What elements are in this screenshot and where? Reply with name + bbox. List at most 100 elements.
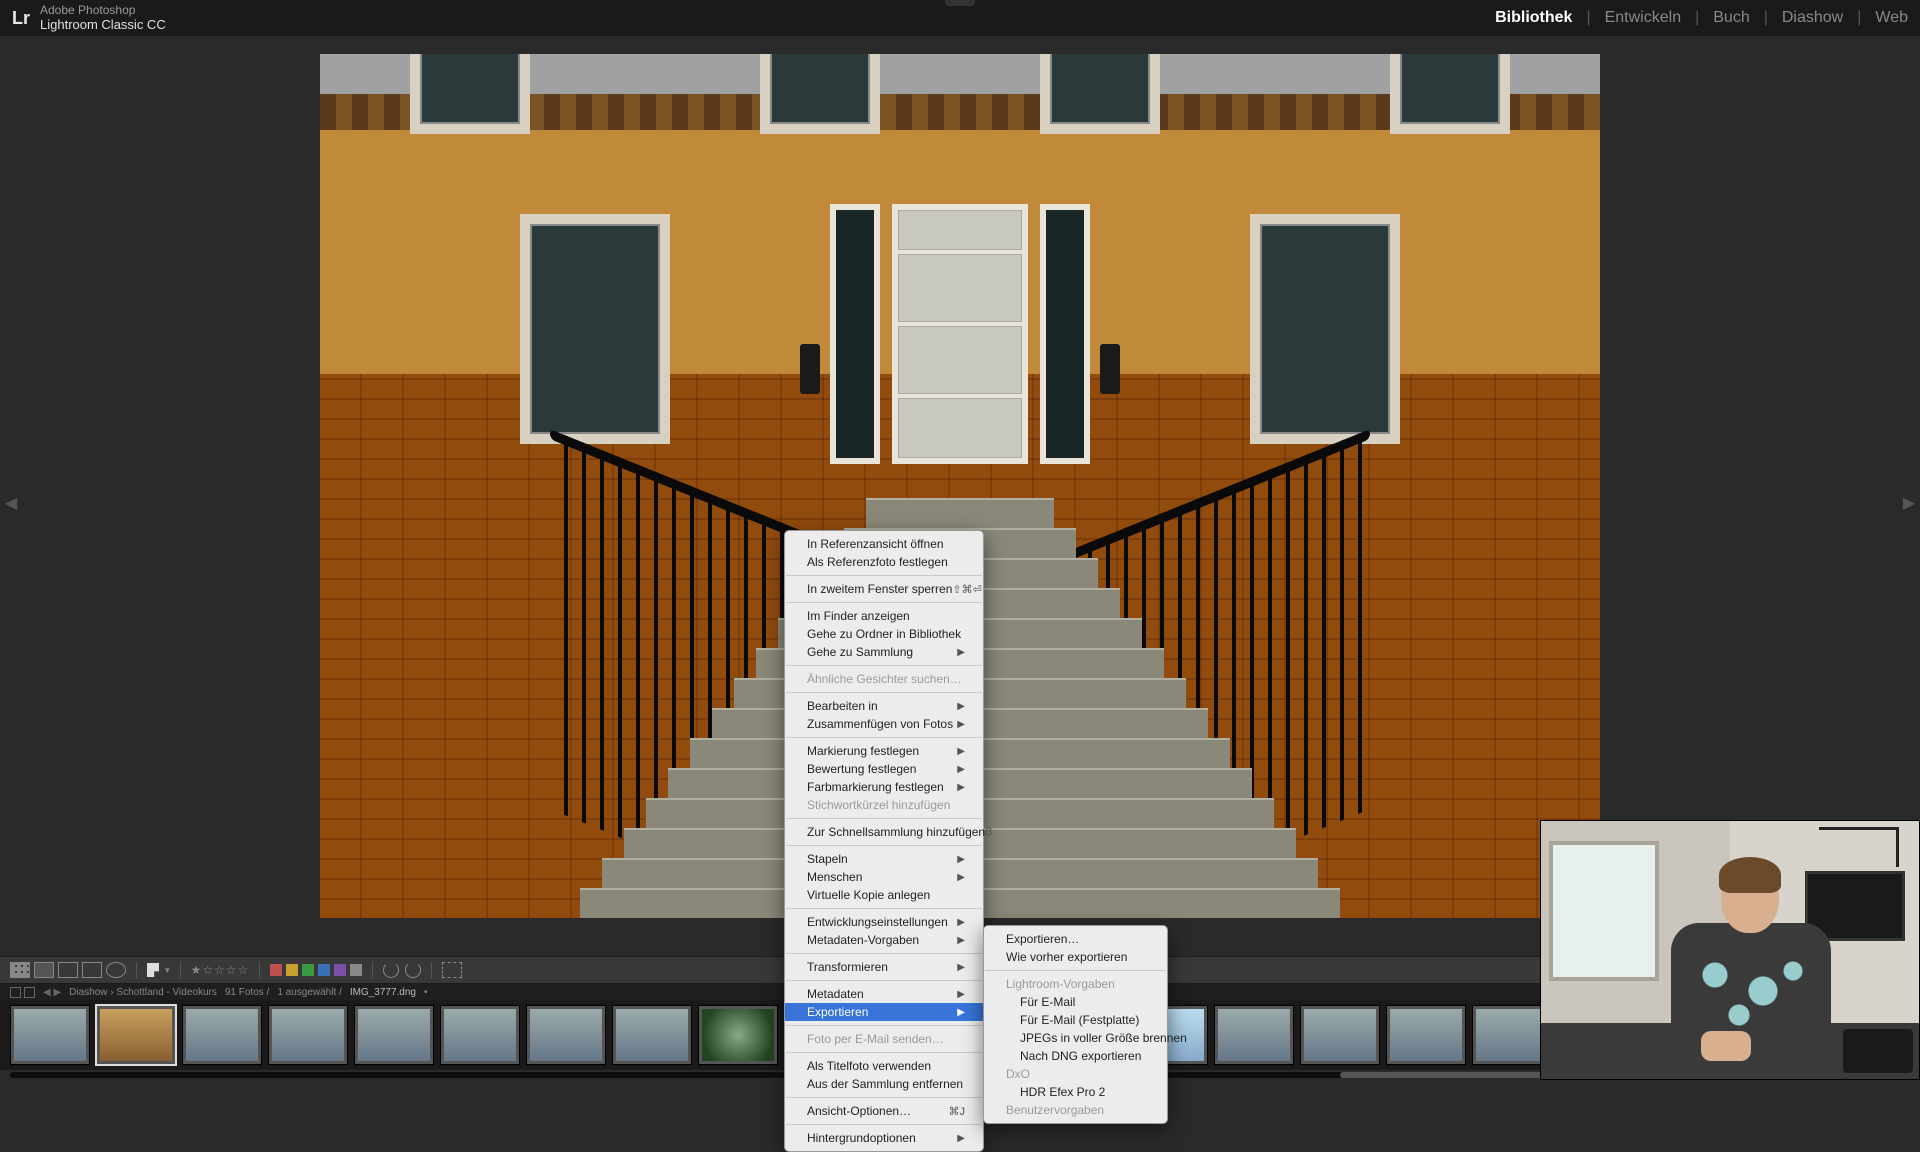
menu-item[interactable]: Nach DNG exportieren: [984, 1047, 1167, 1065]
menu-item[interactable]: Als Referenzfoto festlegen: [785, 553, 983, 571]
flag-icon[interactable]: [147, 963, 159, 977]
menu-item[interactable]: Metadaten▶: [785, 985, 983, 1003]
menu-item[interactable]: In Referenzansicht öffnen: [785, 535, 983, 553]
color-label[interactable]: [270, 964, 282, 976]
submenu-arrow-icon: ▶: [957, 989, 965, 1000]
filmstrip-thumb[interactable]: [182, 1005, 262, 1065]
breadcrumb-filename: IMG_3777.dng: [350, 987, 416, 998]
rating-stars[interactable]: ★☆☆☆☆: [191, 963, 250, 977]
menu-item: Stichwortkürzel hinzufügen: [785, 796, 983, 814]
module-bibliothek[interactable]: Bibliothek: [1495, 9, 1572, 27]
menu-item[interactable]: HDR Efex Pro 2: [984, 1083, 1167, 1101]
submenu-arrow-icon: ▶: [957, 701, 965, 712]
menu-item[interactable]: Transformieren▶: [785, 958, 983, 976]
menu-item[interactable]: Stapeln▶: [785, 850, 983, 868]
submenu-arrow-icon: ▶: [957, 719, 965, 730]
menu-item[interactable]: Wie vorher exportieren: [984, 948, 1167, 966]
menu-item[interactable]: Bearbeiten in▶: [785, 697, 983, 715]
compare-view-icon[interactable]: [58, 962, 78, 978]
menu-item[interactable]: Als Titelfoto verwenden: [785, 1057, 983, 1075]
menu-item[interactable]: Entwicklungseinstellungen▶: [785, 913, 983, 931]
crop-icon[interactable]: [442, 962, 462, 978]
filmstrip-thumb[interactable]: [612, 1005, 692, 1065]
loupe-view-icon[interactable]: [34, 962, 54, 978]
nav-arrows[interactable]: ◀ ▶: [43, 987, 61, 998]
rotate-ccw-icon[interactable]: [383, 962, 399, 978]
submenu-arrow-icon: ▶: [957, 1133, 965, 1144]
menu-item[interactable]: Für E-Mail (Festplatte): [984, 1011, 1167, 1029]
submenu-arrow-icon: ▶: [957, 872, 965, 883]
menu-item: DxO: [984, 1065, 1167, 1083]
module-buch[interactable]: Buch: [1713, 9, 1749, 27]
brand-top: Adobe Photoshop: [40, 4, 166, 17]
survey-view-icon[interactable]: [82, 962, 102, 978]
left-panel-handle[interactable]: ◀: [6, 54, 16, 952]
menu-item[interactable]: Markierung festlegen▶: [785, 742, 983, 760]
menu-item[interactable]: In zweitem Fenster sperren⇧⌘⏎: [785, 580, 983, 598]
module-web[interactable]: Web: [1875, 9, 1908, 27]
color-label[interactable]: [286, 964, 298, 976]
export-submenu[interactable]: Exportieren…Wie vorher exportieren Lightr…: [983, 925, 1168, 1124]
menu-item: Lightroom-Vorgaben: [984, 975, 1167, 993]
menu-item[interactable]: Exportieren▶: [785, 1003, 983, 1021]
breadcrumb-count: 91 Fotos /: [225, 987, 269, 998]
submenu-arrow-icon: ▶: [957, 854, 965, 865]
filmstrip-thumb[interactable]: [10, 1005, 90, 1065]
filmstrip-thumb[interactable]: [1386, 1005, 1466, 1065]
submenu-arrow-icon: ▶: [957, 647, 965, 658]
module-diashow[interactable]: Diashow: [1782, 9, 1843, 27]
view-mode-group: [10, 962, 126, 978]
menu-item[interactable]: Bewertung festlegen▶: [785, 760, 983, 778]
menu-item[interactable]: Virtuelle Kopie anlegen: [785, 886, 983, 904]
module-picker: Bibliothek|Entwickeln|Buch|Diashow|Web: [1495, 9, 1908, 27]
rotate-cw-icon[interactable]: [405, 962, 421, 978]
menu-item[interactable]: Gehe zu Ordner in Bibliothek: [785, 625, 983, 643]
menu-item[interactable]: JPEGs in voller Größe brennen: [984, 1029, 1167, 1047]
flag-dropdown-icon[interactable]: ▾: [165, 965, 170, 976]
menu-item[interactable]: Zur Schnellsammlung hinzufügenB: [785, 823, 983, 841]
color-label[interactable]: [350, 964, 362, 976]
menu-item[interactable]: Hintergrundoptionen▶: [785, 1129, 983, 1147]
top-panel-handle[interactable]: [945, 0, 975, 6]
app-logo: Lr: [12, 8, 30, 29]
menu-item[interactable]: Im Finder anzeigen: [785, 607, 983, 625]
filmstrip-thumb[interactable]: [440, 1005, 520, 1065]
breadcrumb-path[interactable]: Diashow › Schottland - Videokurs: [69, 987, 217, 998]
color-labels: [270, 964, 362, 976]
submenu-arrow-icon: ▶: [957, 917, 965, 928]
submenu-arrow-icon: ▶: [957, 782, 965, 793]
filmstrip-thumb[interactable]: [1300, 1005, 1380, 1065]
submenu-arrow-icon: ▶: [957, 746, 965, 757]
grid-view-icon[interactable]: [10, 962, 30, 978]
menu-item[interactable]: Gehe zu Sammlung▶: [785, 643, 983, 661]
filmstrip-thumb[interactable]: [354, 1005, 434, 1065]
menu-item[interactable]: Farbmarkierung festlegen▶: [785, 778, 983, 796]
submenu-arrow-icon: ▶: [957, 935, 965, 946]
filmstrip-thumb[interactable]: [526, 1005, 606, 1065]
right-panel-handle[interactable]: ▶: [1904, 54, 1914, 952]
context-menu[interactable]: In Referenzansicht öffnenAls Referenzfot…: [784, 530, 984, 1152]
secondary-display-icons[interactable]: [10, 987, 35, 998]
module-entwickeln[interactable]: Entwickeln: [1605, 9, 1681, 27]
color-label[interactable]: [334, 964, 346, 976]
color-label[interactable]: [318, 964, 330, 976]
menu-item[interactable]: Zusammenfügen von Fotos▶: [785, 715, 983, 733]
breadcrumb-selected: 1 ausgewählt /: [277, 987, 342, 998]
webcam-overlay: [1540, 820, 1920, 1080]
breadcrumb-dirty-icon: •: [424, 987, 428, 998]
people-view-icon[interactable]: [106, 962, 126, 978]
menu-item[interactable]: Aus der Sammlung entfernen: [785, 1075, 983, 1093]
menu-item[interactable]: Exportieren…: [984, 930, 1167, 948]
submenu-arrow-icon: ▶: [957, 764, 965, 775]
color-label[interactable]: [302, 964, 314, 976]
menu-item[interactable]: Metadaten-Vorgaben▶: [785, 931, 983, 949]
menu-item[interactable]: Menschen▶: [785, 868, 983, 886]
menu-item[interactable]: Für E-Mail: [984, 993, 1167, 1011]
submenu-arrow-icon: ▶: [957, 1007, 965, 1018]
menu-item[interactable]: Ansicht-Optionen…⌘J: [785, 1102, 983, 1120]
filmstrip-thumb[interactable]: [698, 1005, 778, 1065]
filmstrip-thumb[interactable]: [1214, 1005, 1294, 1065]
filmstrip-thumb[interactable]: [268, 1005, 348, 1065]
filmstrip-thumb[interactable]: ★: [96, 1005, 176, 1065]
menu-item: Ähnliche Gesichter suchen…: [785, 670, 983, 688]
